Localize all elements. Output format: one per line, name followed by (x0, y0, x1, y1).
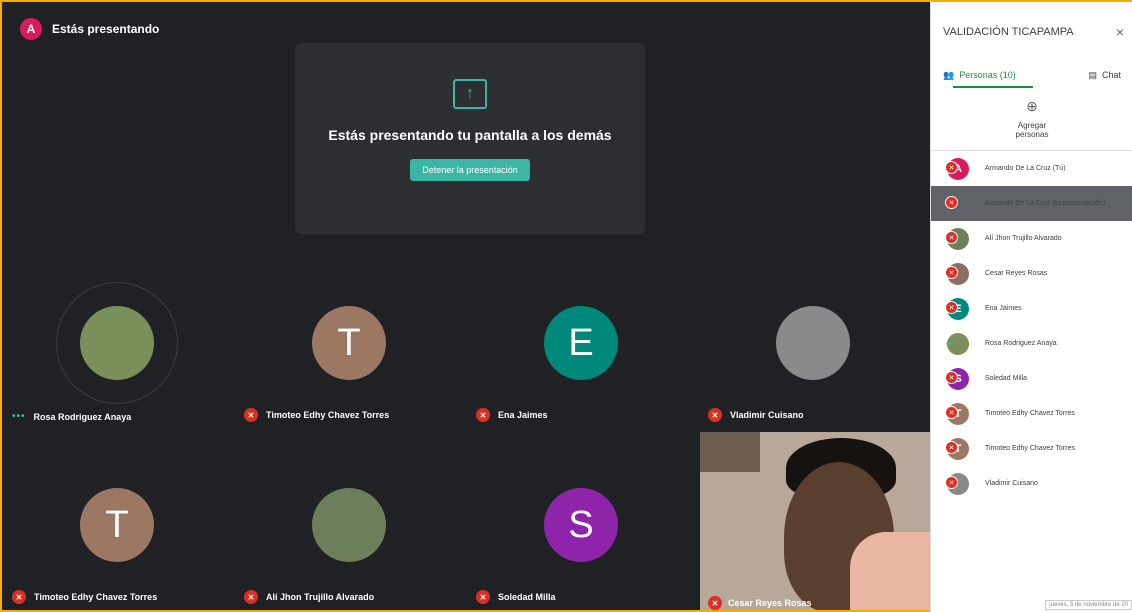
participant-tile[interactable]: T ✕ Timoteo Edhy Chavez Torres (2, 436, 232, 610)
mic-off-icon: ✕ (945, 196, 958, 209)
mic-off-icon: ✕ (945, 441, 958, 454)
speaking-dots-icon: ••• (946, 339, 955, 348)
participant-avatar: S (544, 488, 618, 562)
list-item[interactable]: T ✕ Timoteo Edhy Chavez Torres (931, 431, 1132, 466)
participant-name: ✕ Timoteo Edhy Chavez Torres (12, 590, 157, 604)
mic-off-icon: ✕ (945, 371, 958, 384)
participant-tile[interactable]: S ✕ Soledad Milla (466, 436, 696, 610)
participant-name: ✕ Ena Jaimes (476, 408, 548, 422)
mic-off-icon: ✕ (244, 408, 258, 422)
participant-avatar: T (80, 488, 154, 562)
list-item[interactable]: ✕ Armando De La Cruz (tu presentación) (931, 186, 1132, 221)
list-item[interactable]: S ✕ Soledad Milla (931, 361, 1132, 396)
participant-name: ✕ Alí Jhon Trujillo Alvarado (244, 590, 374, 604)
participant-tile[interactable]: ••• Rosa Rodriguez Anaya (2, 254, 232, 434)
active-tab-indicator (953, 86, 1033, 88)
video-background (700, 432, 760, 472)
mic-off-icon: ✕ (708, 408, 722, 422)
presentation-title: Estás presentando tu pantalla a los demá… (328, 127, 612, 143)
participant-name: ✕ Soledad Milla (476, 590, 556, 604)
participant-tile[interactable]: ✕ Alí Jhon Trujillo Alvarado (234, 436, 464, 610)
present-screen-icon: ↑ (453, 79, 487, 109)
list-item[interactable]: ✕ Vladimir Cuisano (931, 466, 1132, 501)
mic-off-icon: ✕ (945, 266, 958, 279)
participant-tile[interactable]: E ✕ Ena Jaimes (466, 254, 696, 434)
mic-off-icon: ✕ (945, 476, 958, 489)
mic-off-icon: ✕ (945, 231, 958, 244)
participant-tile[interactable]: T ✕ Timoteo Edhy Chavez Torres (234, 254, 464, 434)
participant-name: ✕ Cesar Reyes Rosas (708, 596, 812, 610)
participant-name: ••• Rosa Rodriguez Anaya (12, 411, 132, 422)
meeting-stage: A Estás presentando ↑ Estás presentando … (0, 0, 930, 612)
presentation-card: ↑ Estás presentando tu pantalla a los de… (295, 43, 645, 234)
list-item[interactable]: A ✕ Armando De La Cruz (Tú) (931, 151, 1132, 186)
mic-off-icon: ✕ (244, 590, 258, 604)
mic-off-icon: ✕ (708, 596, 722, 610)
participant-avatar: T (312, 306, 386, 380)
add-person-icon: ⊕ (1026, 98, 1038, 114)
close-icon[interactable]: × (1116, 24, 1124, 40)
list-item[interactable]: ✕ Alí Jhon Trujillo Alvarado (931, 221, 1132, 256)
participant-avatar (312, 488, 386, 562)
mic-off-icon: ✕ (12, 590, 26, 604)
mic-off-icon: ✕ (476, 408, 490, 422)
meeting-title: VALIDACIÓN TICAPAMPA (943, 26, 1074, 38)
participant-name: ✕ Vladimir Cuisano (708, 408, 804, 422)
participant-avatar (776, 306, 850, 380)
presenting-indicator: A Estás presentando (20, 18, 159, 40)
participant-avatar: E (544, 306, 618, 380)
mic-off-icon: ✕ (945, 406, 958, 419)
mic-off-icon: ✕ (476, 590, 490, 604)
presenter-avatar: A (20, 18, 42, 40)
add-people-button[interactable]: ⊕ Agregar personas (931, 98, 1132, 139)
tab-chat[interactable]: ▤ Chat (1088, 60, 1121, 90)
mic-off-icon: ✕ (945, 301, 958, 314)
list-item[interactable]: ✕ Cesar Reyes Rosas (931, 256, 1132, 291)
list-item[interactable]: E ✕ Ena Jaimes (931, 291, 1132, 326)
list-item[interactable]: T ✕ Timoteo Edhy Chavez Torres (931, 396, 1132, 431)
people-icon: 👥 (943, 69, 955, 80)
mic-off-icon: ✕ (945, 161, 958, 174)
speaking-dots-icon: ••• (12, 411, 26, 422)
participant-avatar (80, 306, 154, 380)
participant-tile[interactable]: ✕ Vladimir Cuisano (698, 254, 928, 434)
video-background-shape (850, 532, 930, 610)
chat-icon: ▤ (1088, 69, 1097, 80)
footer-date: jueves, 5 de noviembre de 20 (1045, 600, 1132, 610)
side-panel: VALIDACIÓN TICAPAMPA × 👥 Personas (10) ▤… (930, 0, 1132, 612)
list-item[interactable]: ••• Rosa Rodriguez Anaya (931, 326, 1132, 361)
stop-presenting-button[interactable]: Detener la presentación (410, 159, 530, 181)
participant-name: ✕ Timoteo Edhy Chavez Torres (244, 408, 389, 422)
participant-video-tile[interactable]: ✕ Cesar Reyes Rosas (700, 432, 930, 610)
participant-list: A ✕ Armando De La Cruz (Tú) ✕ Armando De… (931, 150, 1132, 501)
presenting-label: Estás presentando (52, 22, 160, 36)
